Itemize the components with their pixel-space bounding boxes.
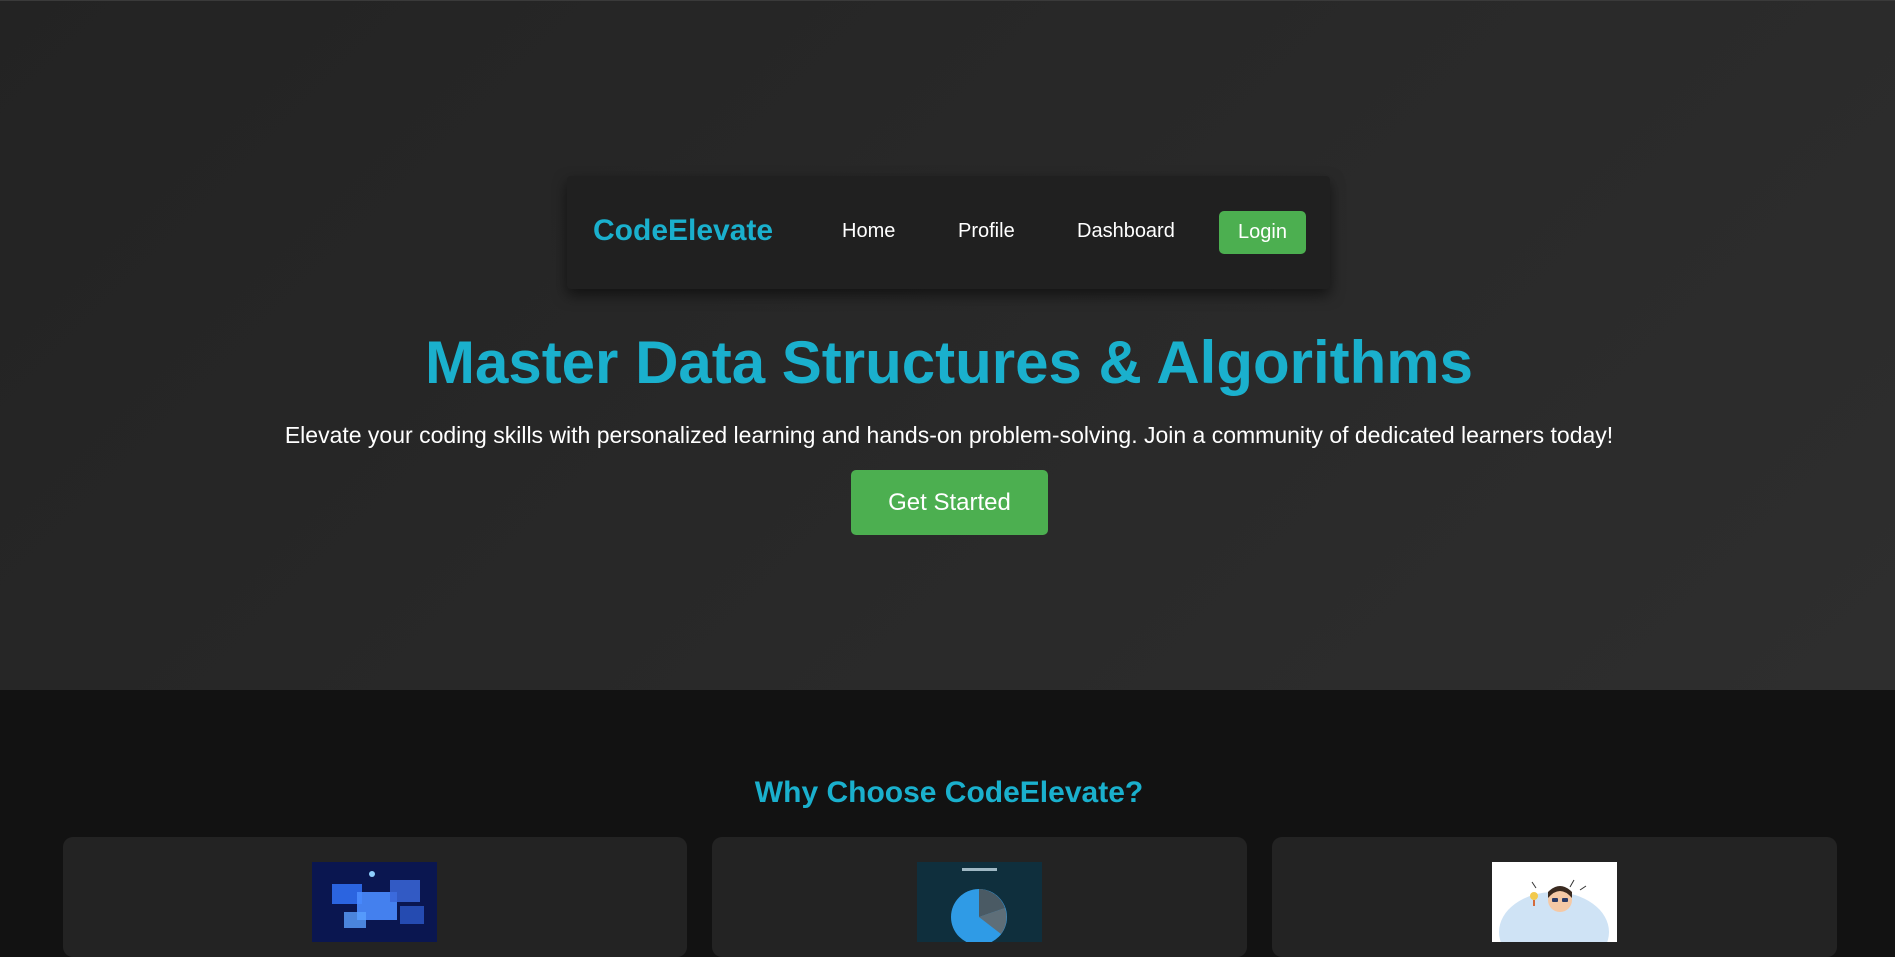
get-started-button[interactable]: Get Started (851, 470, 1048, 535)
brand-logo[interactable]: CodeElevate (593, 214, 773, 248)
feature-card (63, 837, 687, 957)
nav-link-home[interactable]: Home (842, 220, 895, 243)
idea-person-image (1492, 862, 1617, 942)
navbar: CodeElevate Home Profile Dashboard Login (567, 176, 1330, 289)
nav-link-dashboard[interactable]: Dashboard (1077, 220, 1175, 243)
feature-card (1272, 837, 1837, 957)
nav-link-profile[interactable]: Profile (958, 220, 1015, 243)
login-button[interactable]: Login (1219, 211, 1306, 254)
hero-title: Master Data Structures & Algorithms (424, 329, 1473, 396)
features-section: Why Choose CodeElevate? (0, 690, 1895, 957)
features-title: Why Choose CodeElevate? (754, 776, 1144, 809)
feature-card (712, 837, 1247, 957)
dashboard-screens-image (312, 862, 437, 942)
hero-section: CodeElevate Home Profile Dashboard Login… (0, 0, 1895, 690)
hero-subtitle: Elevate your coding skills with personal… (284, 422, 1614, 448)
pie-chart-image (917, 862, 1042, 942)
